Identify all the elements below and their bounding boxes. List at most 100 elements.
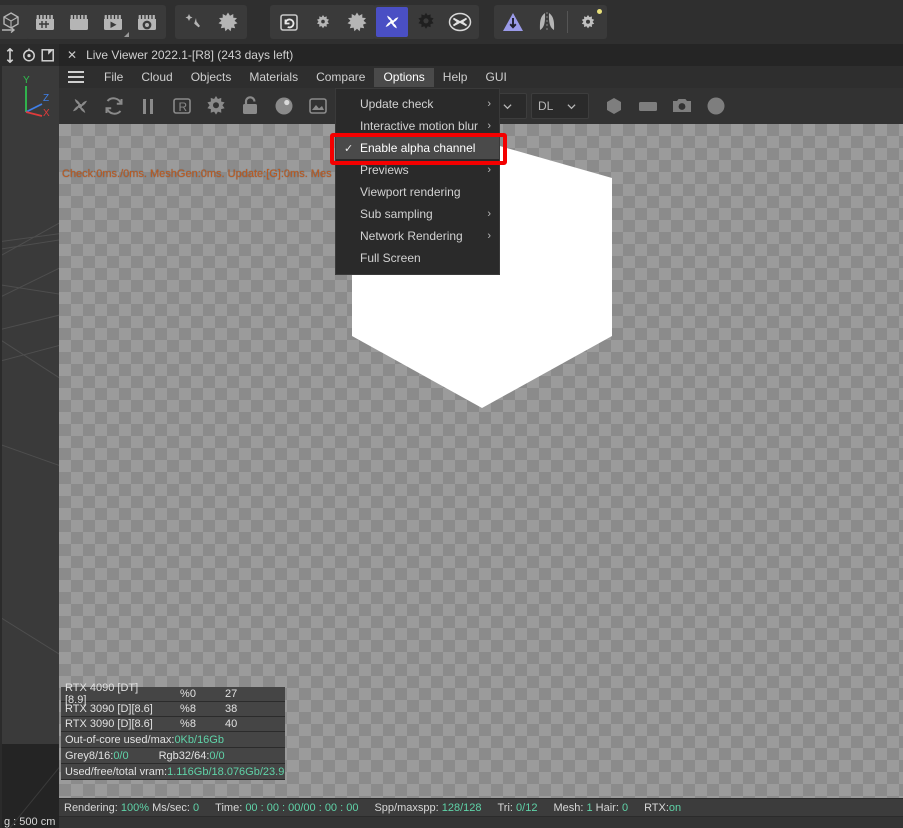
render-settings-icon[interactable]	[131, 7, 163, 37]
rendering-value: 100%	[120, 801, 150, 814]
toolbar-group-history	[270, 5, 376, 39]
render-target-value: DL	[538, 99, 554, 113]
menu-item-help[interactable]: Help	[434, 68, 477, 87]
burst-2-icon[interactable]	[341, 7, 373, 37]
rtx-label: RTX:	[644, 801, 669, 814]
options-dropdown-menu: Update check › Interactive motion blur ›…	[335, 88, 500, 275]
render-play-icon[interactable]	[97, 7, 129, 37]
region-r-icon[interactable]: R	[167, 92, 197, 120]
refresh-icon[interactable]	[99, 92, 129, 120]
live-viewer-menubar: File Cloud Objects Materials Compare Opt…	[59, 66, 903, 88]
menu-option-update-check[interactable]: Update check ›	[336, 93, 499, 115]
octane-fan-icon[interactable]	[65, 92, 95, 120]
left-viewport-lower[interactable]: g : 500 cm	[2, 744, 59, 828]
tri-label: Tri:	[497, 801, 517, 814]
sphere-shading-icon[interactable]	[269, 92, 299, 120]
render-region-icon[interactable]	[29, 7, 61, 37]
scale-frame-icon[interactable]	[40, 47, 56, 63]
left-tool-strip: Y Z X g : 500 cm	[0, 44, 59, 828]
picture-icon[interactable]	[303, 92, 333, 120]
dropdown-corner-indicator	[124, 32, 129, 37]
cube-move-icon[interactable]	[0, 7, 27, 37]
burst-icon[interactable]	[212, 7, 244, 37]
circle-icon[interactable]	[701, 92, 731, 120]
menu-item-file[interactable]: File	[95, 68, 132, 87]
rendering-label: Rendering:	[64, 801, 121, 814]
move-axis-icon[interactable]	[2, 47, 18, 63]
rectangle-icon[interactable]	[633, 92, 663, 120]
prefs-gear-icon[interactable]	[572, 7, 604, 37]
menu-option-sub-sampling[interactable]: Sub sampling ›	[336, 203, 499, 225]
status-spp: Spp/maxspp: 128/128	[374, 802, 481, 814]
grid-spacing-label: g : 500 cm	[4, 816, 56, 828]
axis-label-z: Z	[43, 93, 49, 104]
hamburger-menu-icon[interactable]	[68, 71, 84, 83]
live-viewer-footer	[59, 816, 903, 828]
menu-option-full-screen[interactable]: Full Screen	[336, 247, 499, 269]
app-root: Y Z X g : 500 cm ✕ Live Viewer 2022.1-[R…	[0, 0, 903, 828]
status-mesh: Mesh: 1 Hair: 0	[553, 802, 628, 814]
rotate-icon[interactable]	[21, 47, 37, 63]
render-view-icon[interactable]	[63, 7, 95, 37]
svg-text:R: R	[179, 100, 188, 114]
gpu-row: RTX 4090 [DT][8.9] %0 27	[61, 682, 285, 706]
menu-item-cloud[interactable]: Cloud	[132, 68, 181, 87]
magic-wand-icon[interactable]	[178, 7, 210, 37]
octane-fan-icon[interactable]	[376, 7, 408, 37]
pause-icon[interactable]	[133, 92, 163, 120]
menu-option-previews[interactable]: Previews ›	[336, 159, 499, 181]
gpu-temp: 40	[225, 718, 238, 730]
menu-item-compare[interactable]: Compare	[307, 68, 374, 87]
menu-item-materials[interactable]: Materials	[240, 68, 307, 87]
menu-option-label: Interactive motion blur	[360, 119, 479, 133]
axis-gizmo: Y Z X	[23, 75, 50, 118]
toolbar-divider	[567, 11, 568, 33]
menu-option-label: Viewport rendering	[360, 185, 461, 199]
menu-item-gui[interactable]: GUI	[476, 68, 515, 87]
close-icon[interactable]: ✕	[67, 49, 77, 61]
tri-value: 0/12	[516, 801, 538, 814]
gpu-device: RTX 3090 [D][8.6]	[65, 718, 153, 730]
mesh-label: Mesh:	[553, 801, 587, 814]
status-time: Time: 00 : 00 : 00/00 : 00 : 00	[215, 802, 358, 814]
grey-value: 0/0	[113, 749, 129, 762]
shuffle-circle-icon[interactable]	[444, 7, 476, 37]
chevron-right-icon: ›	[487, 98, 491, 110]
out-of-core-line: Out-of-core used/max: 0Kb/16Gb	[61, 732, 285, 748]
out-of-core-label: Out-of-core used/max:	[65, 733, 175, 746]
host-toolbar	[0, 0, 903, 44]
cone-down-icon[interactable]	[497, 7, 529, 37]
menu-option-viewport-rendering[interactable]: Viewport rendering	[336, 181, 499, 203]
menu-item-objects[interactable]: Objects	[182, 68, 241, 87]
menu-item-options[interactable]: Options	[374, 67, 434, 87]
gear-icon[interactable]	[201, 92, 231, 120]
lock-open-icon[interactable]	[235, 92, 265, 120]
left-viewport-upper[interactable]: Y Z X	[2, 66, 59, 802]
menu-option-interactive-motion-blur[interactable]: Interactive motion blur ›	[336, 115, 499, 137]
toolbar-group-magic	[175, 5, 247, 39]
out-of-core-value: 0Kb/16Gb	[174, 733, 224, 746]
hexagon-icon[interactable]	[599, 92, 629, 120]
menu-option-enable-alpha-channel[interactable]: ✓ Enable alpha channel	[336, 137, 499, 159]
mssec-label: Ms/sec:	[149, 801, 194, 814]
grey-label: Grey8/16:	[65, 749, 114, 762]
rgb-value: 0/0	[209, 749, 225, 762]
chevron-right-icon: ›	[487, 164, 491, 176]
gpu-temp: 27	[225, 688, 238, 700]
toolbar-group-octane	[373, 5, 479, 39]
camera-icon[interactable]	[667, 92, 697, 120]
live-viewer-title: Live Viewer 2022.1-[R8] (243 days left)	[86, 48, 294, 62]
menu-option-label: Update check	[360, 97, 434, 111]
undo-frame-icon[interactable]	[273, 7, 305, 37]
live-viewer-status-bar: Rendering: 100% Ms/sec: 0 Time: 00 : 00 …	[59, 798, 903, 816]
time-value: 00 : 00 : 00/00 : 00 : 00	[245, 801, 359, 814]
status-rendering: Rendering: 100% Ms/sec: 0	[64, 802, 199, 814]
performance-readout: Check:0ms./0ms. MeshGen:0ms. Update:[G]:…	[62, 168, 332, 180]
octane-gear-icon[interactable]	[410, 7, 442, 37]
check-icon: ✓	[344, 142, 354, 155]
chevron-right-icon: ›	[487, 230, 491, 242]
small-gear-icon[interactable]	[307, 7, 339, 37]
menu-option-network-rendering[interactable]: Network Rendering ›	[336, 225, 499, 247]
mirror-icon[interactable]	[531, 7, 563, 37]
render-target-select[interactable]: DL	[531, 93, 589, 119]
